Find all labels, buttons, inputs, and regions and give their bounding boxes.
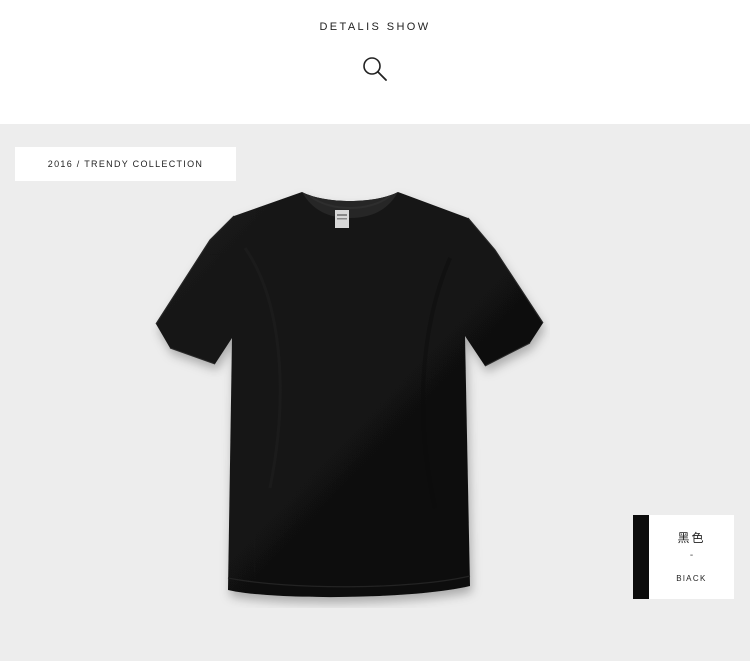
color-separator: -	[689, 550, 694, 561]
color-swatch	[633, 515, 649, 599]
color-name-en: BlACK	[676, 574, 707, 583]
section-title: DETALIS SHOW	[319, 21, 431, 33]
color-name-cn: 黑色	[677, 531, 706, 545]
collection-tag: 2016 / TRENDY COLLECTION	[15, 147, 236, 181]
page-header: DETALIS SHOW	[0, 0, 750, 124]
bottom-strip	[0, 661, 750, 671]
tshirt-image	[155, 192, 544, 598]
search-icon[interactable]	[361, 55, 389, 83]
color-swatch-card[interactable]: 黑色 - BlACK	[633, 515, 734, 599]
collection-tag-label: 2016 / TRENDY COLLECTION	[47, 159, 204, 169]
